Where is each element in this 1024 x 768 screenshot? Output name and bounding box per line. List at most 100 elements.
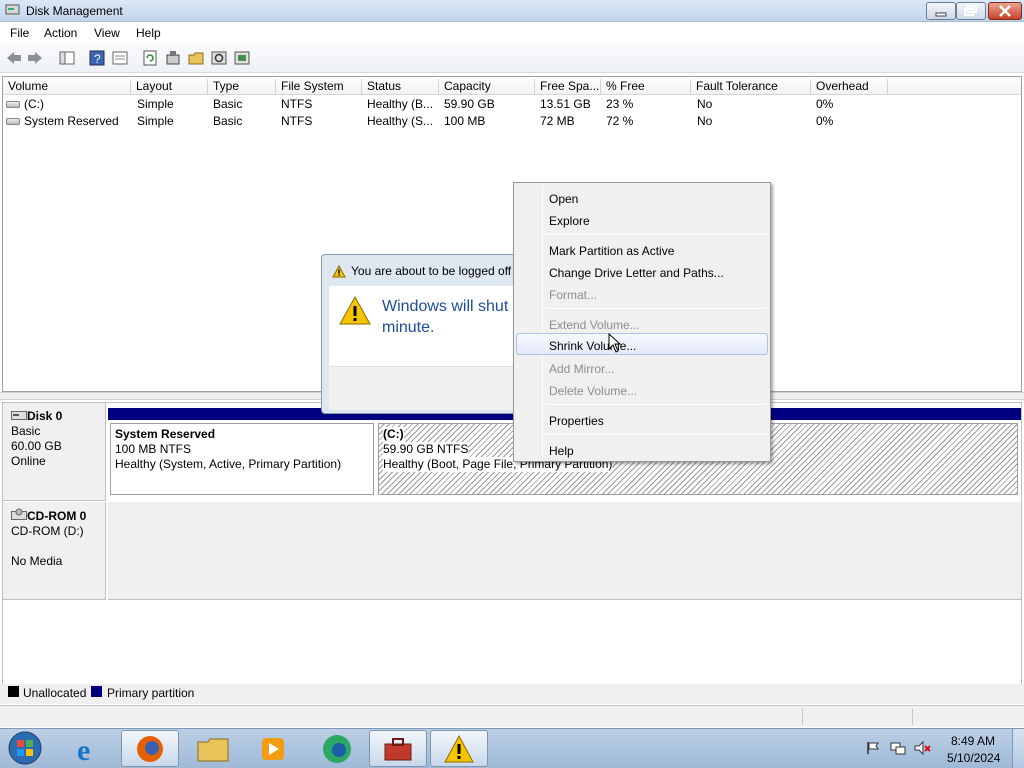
internet-explorer-icon: e [77,734,90,767]
disk-management-icon [5,4,20,15]
help-icon[interactable]: ? [88,49,106,67]
media-player-icon [262,738,284,760]
menu-view[interactable]: View [94,26,120,40]
menu-separator [546,434,766,435]
mouse-cursor-icon [608,333,622,353]
table-cell: Basic [213,114,243,128]
menu-item-mark-active[interactable]: Mark Partition as Active [516,238,768,260]
show-desktop-button[interactable] [1012,729,1024,768]
partition-name: System Reserved [115,427,216,441]
search-icon[interactable] [210,49,228,67]
open-icon[interactable] [187,49,205,67]
volume-name: System Reserved [24,114,119,128]
menu-action[interactable]: Action [44,26,77,40]
status-bar [0,705,1024,727]
show-hide-console-tree-icon[interactable] [58,49,76,67]
column-header[interactable]: Free Spa... [535,79,601,95]
partition-size: 100 MB NTFS [115,442,192,456]
start-button-icon[interactable] [5,729,45,767]
menu-item-explore[interactable]: Explore [516,208,768,230]
table-cell: 13.51 GB [540,97,591,111]
svg-text:?: ? [94,52,101,66]
menu-item-shrink-volume[interactable]: Shrink Volume... [516,333,768,355]
dialog-body: Windows will shut minute. [329,286,519,366]
clock-date[interactable]: 5/10/2024 [947,751,1000,765]
table-cell: Simple [137,114,174,128]
refresh-icon[interactable] [141,49,159,67]
cdrom-0-info[interactable]: CD-ROM 0 CD-ROM (D:) No Media [3,502,106,600]
disk-type: Basic [11,424,41,438]
status-segment [912,709,1022,725]
forward-icon[interactable] [26,49,44,67]
menu-item-help[interactable]: Help [516,438,768,460]
taskbar-internet-explorer[interactable]: e [61,730,119,767]
menu-item-extend-volume: Extend Volume... [549,318,640,332]
table-cell: NTFS [281,114,313,128]
close-button[interactable] [988,2,1022,20]
menu-help[interactable]: Help [136,26,161,40]
taskbar-media-player[interactable] [244,730,302,767]
table-cell: 23 % [606,97,634,111]
minimize-button[interactable] [926,2,956,20]
partition-system-reserved[interactable]: System Reserved 100 MB NTFS Healthy (Sys… [110,423,374,495]
taskbar-file-explorer[interactable] [184,730,242,767]
dialog-title: You are about to be logged off [351,264,512,278]
volume-cell: System Reserved [6,114,119,128]
legend-swatch-primary [91,686,102,697]
context-menu: Open Explore Mark Partition as Active Ch… [513,182,771,462]
network-icon[interactable] [890,741,906,755]
large-warning-icon [339,296,371,325]
menu-item-format: Format... [549,288,598,302]
restore-button[interactable] [956,2,986,20]
taskbar-edge[interactable] [308,730,366,767]
column-header[interactable]: File System [276,79,362,95]
close-icon [999,5,1011,17]
dialog-message-line: Windows will shut [382,298,509,315]
column-header[interactable]: Overhead [811,79,888,95]
action-center-flag-icon[interactable] [866,741,880,755]
column-header[interactable]: Fault Tolerance [691,79,811,95]
menu-item-open[interactable]: Open [516,186,768,208]
legend-label-primary: Primary partition [107,686,195,700]
disk-size: 60.00 GB [11,439,62,453]
disk-state: No Media [11,554,63,568]
rescan-icon[interactable] [164,49,182,67]
column-header[interactable]: Capacity [439,79,535,95]
warning-icon [332,265,346,278]
column-header[interactable]: % Free [601,79,691,95]
menu-item-properties[interactable]: Properties [516,408,768,430]
export-icon[interactable] [233,49,251,67]
volume-muted-icon[interactable] [914,741,932,755]
edge-icon [323,735,351,763]
cdrom-empty-area [108,502,1021,600]
status-segment [802,709,912,725]
disk-graphical-view: Disk 0 Basic 60.00 GB Online System Rese… [2,402,1022,698]
disk-0-info[interactable]: Disk 0 Basic 60.00 GB Online [3,403,106,501]
column-header[interactable]: Volume [3,79,131,95]
table-row[interactable]: (C:) Simple Basic NTFS Healthy (B... 59.… [3,96,1021,113]
table-cell: Basic [213,97,243,111]
title-bar: Disk Management [0,0,1024,22]
taskbar-logoff-warning[interactable] [430,730,488,767]
column-header[interactable]: Type [208,79,276,95]
properties-icon[interactable] [111,49,129,67]
taskbar: e 8:49 AM 5/10/2024 [0,728,1024,768]
restore-icon [964,5,977,16]
menu-file[interactable]: File [10,26,29,40]
back-icon[interactable] [5,49,23,67]
column-header[interactable]: Layout [131,79,208,95]
disk-0-label: Disk 0 [11,409,105,424]
column-header[interactable]: Status [362,79,439,95]
clock-time[interactable]: 8:49 AM [951,734,995,748]
menu-item-change-drive-letter[interactable]: Change Drive Letter and Paths... [516,260,768,282]
disk-state: Online [11,454,46,468]
menu-bar: File Action View Help [0,22,1024,43]
disk-name: Disk 0 [27,409,63,423]
taskbar-firefox[interactable] [121,730,179,767]
svg-text:e: e [77,734,90,767]
table-row[interactable]: System Reserved Simple Basic NTFS Health… [3,113,1021,130]
warning-icon [444,734,474,763]
volume-name: (C:) [24,97,44,111]
dialog-message-line: minute. [382,319,435,336]
taskbar-toolbox[interactable] [369,730,427,767]
